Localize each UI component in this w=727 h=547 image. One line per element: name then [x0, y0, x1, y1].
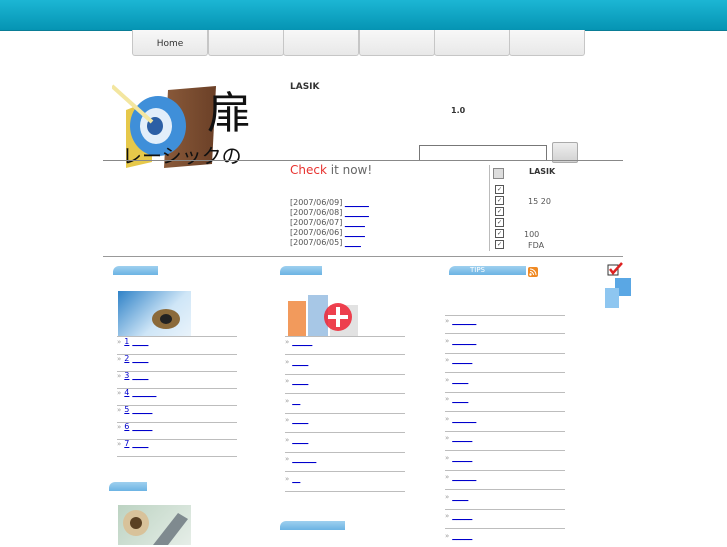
list-item[interactable]: » ____ [285, 415, 405, 433]
search-input[interactable] [419, 145, 547, 161]
checkbox-icon: ✓ [495, 196, 504, 205]
news-item: [2007/06/07] _____ [290, 218, 369, 228]
tab-3[interactable] [283, 30, 359, 56]
list-item[interactable]: » 5 _____ [117, 405, 237, 423]
check-it-now: Check it now! [290, 163, 372, 177]
top-banner [0, 0, 727, 31]
content-divider [103, 256, 623, 257]
section-tab-middle [280, 266, 322, 275]
news-item: [2007/06/06] _____ [290, 228, 369, 238]
news-date: [2007/06/07] [290, 218, 343, 227]
eye-image [118, 291, 191, 336]
list-item[interactable]: » _____ [285, 337, 405, 355]
news-item: [2007/06/09] ______ [290, 198, 369, 208]
tab-4[interactable] [359, 30, 435, 56]
blue-blocks-deco [605, 278, 631, 308]
rss-icon[interactable] [528, 267, 538, 277]
news-date: [2007/06/08] [290, 208, 343, 217]
news-link[interactable]: ______ [345, 208, 369, 217]
list-item[interactable]: » 3 ____ [117, 371, 237, 389]
list-item[interactable]: » _____ [445, 531, 565, 540]
list-item[interactable]: » ______ [445, 316, 565, 334]
news-item: [2007/06/08] ______ [290, 208, 369, 218]
site-label: LASIK [290, 82, 320, 92]
list-item[interactable]: » ____ [445, 492, 565, 510]
list-item[interactable]: » ______ [445, 472, 565, 490]
list-item[interactable]: » _____ [445, 511, 565, 529]
header-divider [103, 160, 623, 161]
list-item[interactable]: » 7 ____ [117, 439, 237, 457]
infobox-row: 100 [524, 230, 540, 239]
news-list: [2007/06/09] ______ [2007/06/08] ______ … [290, 198, 369, 248]
list-item[interactable]: » 2 ____ [117, 354, 237, 372]
list-item[interactable]: » __ [285, 396, 405, 414]
list-item[interactable]: » ____ [285, 435, 405, 453]
infobox-row: 15 20 [528, 197, 551, 206]
section-tab-middle-2 [280, 521, 345, 530]
tab-6[interactable] [509, 30, 585, 56]
list-item[interactable]: » _____ [445, 453, 565, 471]
document-icon [493, 168, 504, 179]
check-rest: it now! [326, 163, 373, 177]
news-link[interactable]: _____ [345, 218, 365, 227]
checkbox-icon: ✓ [495, 218, 504, 227]
list-item[interactable]: » ____ [445, 394, 565, 412]
news-link[interactable]: _____ [345, 228, 365, 237]
checkbox-icon: ✓ [495, 207, 504, 216]
list-item[interactable]: » __ [285, 474, 405, 492]
list-item[interactable]: » ____ [285, 357, 405, 375]
tab-2[interactable] [208, 30, 284, 56]
infobox-row: FDA [528, 241, 545, 250]
device-image [118, 505, 191, 545]
news-date: [2007/06/09] [290, 198, 343, 207]
tab-5[interactable] [434, 30, 510, 56]
news-link[interactable]: ____ [345, 238, 361, 247]
logo-kanji: 扉 [207, 88, 251, 139]
news-item: [2007/06/05] ____ [290, 238, 369, 248]
checkbox-icon: ✓ [495, 229, 504, 238]
infobox-divider [489, 165, 490, 251]
list-item[interactable]: » 6 _____ [117, 422, 237, 440]
list-item[interactable]: » ______ [285, 454, 405, 472]
checkmark-icon [607, 262, 623, 276]
list-item[interactable]: » ______ [445, 336, 565, 354]
list-item[interactable]: » 1 ____ [117, 337, 237, 355]
list-item[interactable]: » ____ [445, 375, 565, 393]
section-tab-left [113, 266, 158, 275]
checkbox-icon: ✓ [495, 240, 504, 249]
infobox-title: LASIK [529, 167, 556, 176]
list-item[interactable]: » ______ [445, 414, 565, 432]
list-item[interactable]: » ____ [285, 376, 405, 394]
list-item[interactable]: » 4 ______ [117, 388, 237, 406]
checkbox-icon: ✓ [495, 185, 504, 194]
version-label: 1.0 [451, 106, 466, 115]
clinic-image [286, 291, 359, 336]
news-date: [2007/06/06] [290, 228, 343, 237]
news-link[interactable]: ______ [345, 198, 369, 207]
section-tab-tips: TIPS [449, 266, 526, 275]
list-item[interactable]: » _____ [445, 433, 565, 451]
tab-home[interactable]: Home [132, 30, 208, 56]
news-date: [2007/06/05] [290, 238, 343, 247]
section-tab-left-2 [109, 482, 147, 491]
logo-text: レーシックの [122, 144, 242, 168]
check-word: Check [290, 163, 327, 177]
list-item[interactable]: » _____ [445, 355, 565, 373]
